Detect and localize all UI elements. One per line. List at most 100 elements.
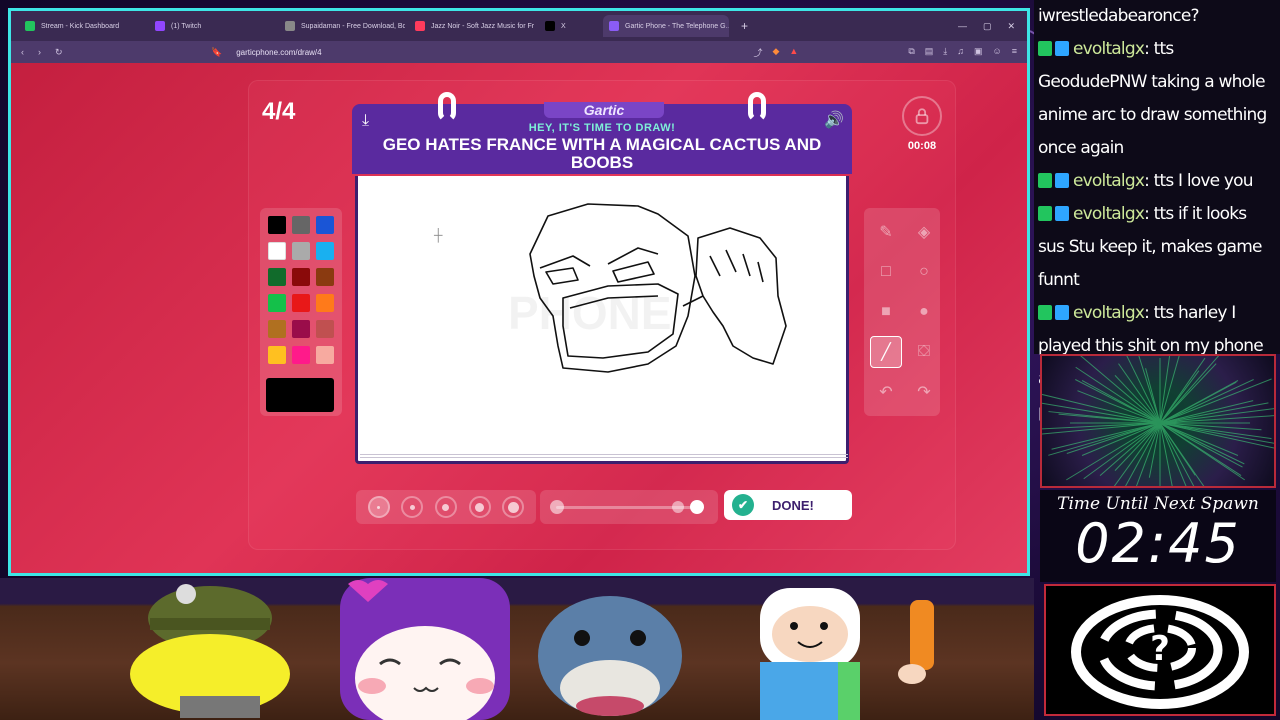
maximize-icon[interactable]: ▢ [983, 21, 992, 32]
ellipse-outline-icon[interactable]: ○ [908, 256, 940, 288]
current-color[interactable] [266, 378, 334, 412]
color-swatch[interactable] [316, 346, 334, 364]
minimize-icon[interactable]: — [958, 21, 967, 32]
extensions-icon[interactable]: ⧉ [908, 46, 914, 59]
address-bar[interactable]: garticphone.com/draw/4 [236, 48, 321, 57]
color-swatch[interactable] [316, 268, 334, 286]
brush-size-option[interactable] [502, 496, 525, 518]
burst-ray [1159, 422, 1243, 468]
color-swatch[interactable] [292, 216, 310, 234]
browser-tab[interactable]: X [539, 15, 599, 37]
brush-size-option[interactable] [468, 496, 491, 518]
pencil-icon[interactable]: ✎ [870, 216, 902, 248]
close-window-icon[interactable]: ✕ [1007, 21, 1015, 32]
shield-icon[interactable]: ◆ [772, 46, 779, 59]
tab-label: Supaidaman - Free Download, Borro… [301, 22, 405, 30]
chat-username[interactable]: evoltalgx [1073, 303, 1145, 323]
finn-avatar [760, 588, 934, 720]
eraser-icon[interactable]: ◈ [908, 216, 940, 248]
browser-tab[interactable]: Gartic Phone - The Telephone G…✕ [603, 15, 729, 37]
subscriber-badge-icon [1055, 41, 1069, 56]
wallet-icon[interactable]: ▣ [974, 46, 983, 59]
color-swatch[interactable] [268, 346, 286, 364]
rect-fill-icon[interactable]: ■ [870, 296, 902, 328]
profile-icon[interactable]: ☺ [993, 46, 1002, 59]
color-swatch[interactable] [316, 242, 334, 260]
chat-username[interactable]: evoltalgx [1073, 171, 1145, 191]
lock-button[interactable] [902, 96, 942, 136]
burst-ray [1159, 356, 1220, 424]
music-icon[interactable]: ♫ [957, 46, 964, 59]
color-swatch[interactable] [268, 242, 286, 260]
burst-ray [1083, 422, 1161, 480]
done-button[interactable]: ✔ DONE! [724, 490, 852, 520]
spawn-label: Time Until Next Spawn [1057, 494, 1259, 514]
burst-ray [1159, 379, 1254, 424]
color-swatch[interactable] [316, 216, 334, 234]
kick-badge-icon [1038, 41, 1052, 56]
brush-size-dot [409, 504, 415, 510]
bucket-icon[interactable]: ⛋ [908, 336, 940, 368]
browser-tab[interactable]: Stream - Kick Dashboard [19, 15, 145, 37]
sidebar-icon[interactable]: ▤ [925, 46, 934, 59]
chat-username[interactable]: evoltalgx [1073, 39, 1145, 59]
webcam-effect-panel [1040, 354, 1276, 488]
ellipse-fill-icon[interactable]: ● [908, 296, 940, 328]
color-swatch[interactable] [292, 268, 310, 286]
color-swatch[interactable] [292, 294, 310, 312]
chat-text: iwrestledabearonce? [1038, 6, 1200, 26]
burst-ray [1066, 422, 1161, 481]
browser-tab[interactable]: Supaidaman - Free Download, Borro… [279, 15, 405, 37]
kick-badge-icon [1038, 305, 1052, 320]
tab-favicon-icon [155, 21, 165, 31]
window-controls: — ▢ ✕ [958, 21, 1027, 32]
browser-tab[interactable]: Jazz Noir - Soft Jazz Music for Fr… [409, 15, 535, 37]
color-swatch[interactable] [292, 320, 310, 338]
tab-favicon-icon [25, 21, 35, 31]
back-icon[interactable]: ‹ [21, 47, 24, 58]
burst-ray [1159, 380, 1239, 424]
prompt-header: Gartic ⤓ 🔊 HEY, IT'S TIME TO DRAW! GEO H… [352, 92, 852, 174]
brush-size-option[interactable] [401, 496, 424, 518]
spiral-logo-icon: ? [1071, 595, 1249, 709]
chat-message: evoltalgx: tts GeodudePNW taking a whole… [1038, 33, 1276, 165]
color-swatch[interactable] [268, 320, 286, 338]
extension-icon[interactable]: ▲ [789, 46, 798, 59]
menu-icon[interactable]: ≡ [1012, 46, 1017, 59]
chat-message: evoltalgx: tts if it looks sus Stu keep … [1038, 198, 1276, 297]
slider-start-handle[interactable] [550, 500, 564, 514]
canvas-page-line [360, 457, 848, 458]
slider-handle[interactable] [690, 500, 704, 514]
redo-icon[interactable]: ↷ [908, 376, 940, 408]
share-icon[interactable]: ⤴ [753, 46, 762, 59]
spinning-logo-panel: ? [1044, 584, 1276, 716]
color-swatch[interactable] [292, 242, 310, 260]
brush-size-option[interactable] [434, 496, 457, 518]
yellow-soldier-avatar [130, 584, 290, 718]
rect-outline-icon[interactable]: □ [870, 256, 902, 288]
chat-username[interactable]: evoltalgx [1073, 204, 1145, 224]
browser-tab[interactable]: (1) Twitch [149, 15, 275, 37]
color-swatch[interactable] [316, 294, 334, 312]
undo-icon[interactable]: ↶ [870, 376, 902, 408]
check-icon: ✔ [732, 494, 754, 516]
color-swatch[interactable] [268, 268, 286, 286]
brush-size-option[interactable] [367, 496, 390, 518]
bookmark-icon[interactable]: 🔖 [211, 47, 222, 58]
tab-favicon-icon [285, 21, 295, 31]
color-swatch[interactable] [268, 216, 286, 234]
lock-icon [915, 108, 929, 125]
opacity-slider[interactable] [540, 490, 718, 524]
brush-size-selector [356, 490, 536, 524]
forward-icon[interactable]: › [38, 47, 41, 58]
color-swatch[interactable] [316, 320, 334, 338]
drawing-canvas[interactable]: PHONE ┼ [355, 176, 849, 464]
new-tab-button[interactable]: + [741, 19, 748, 33]
download-icon[interactable]: ⤓ [943, 46, 947, 59]
reload-icon[interactable]: ↻ [55, 47, 63, 58]
color-swatch[interactable] [292, 346, 310, 364]
timer: 00:08 [907, 140, 937, 152]
line-icon[interactable]: ╱ [870, 336, 902, 368]
tab-bar: Stream - Kick Dashboard (1) Twitch Supaida… [11, 11, 1027, 41]
color-swatch[interactable] [268, 294, 286, 312]
